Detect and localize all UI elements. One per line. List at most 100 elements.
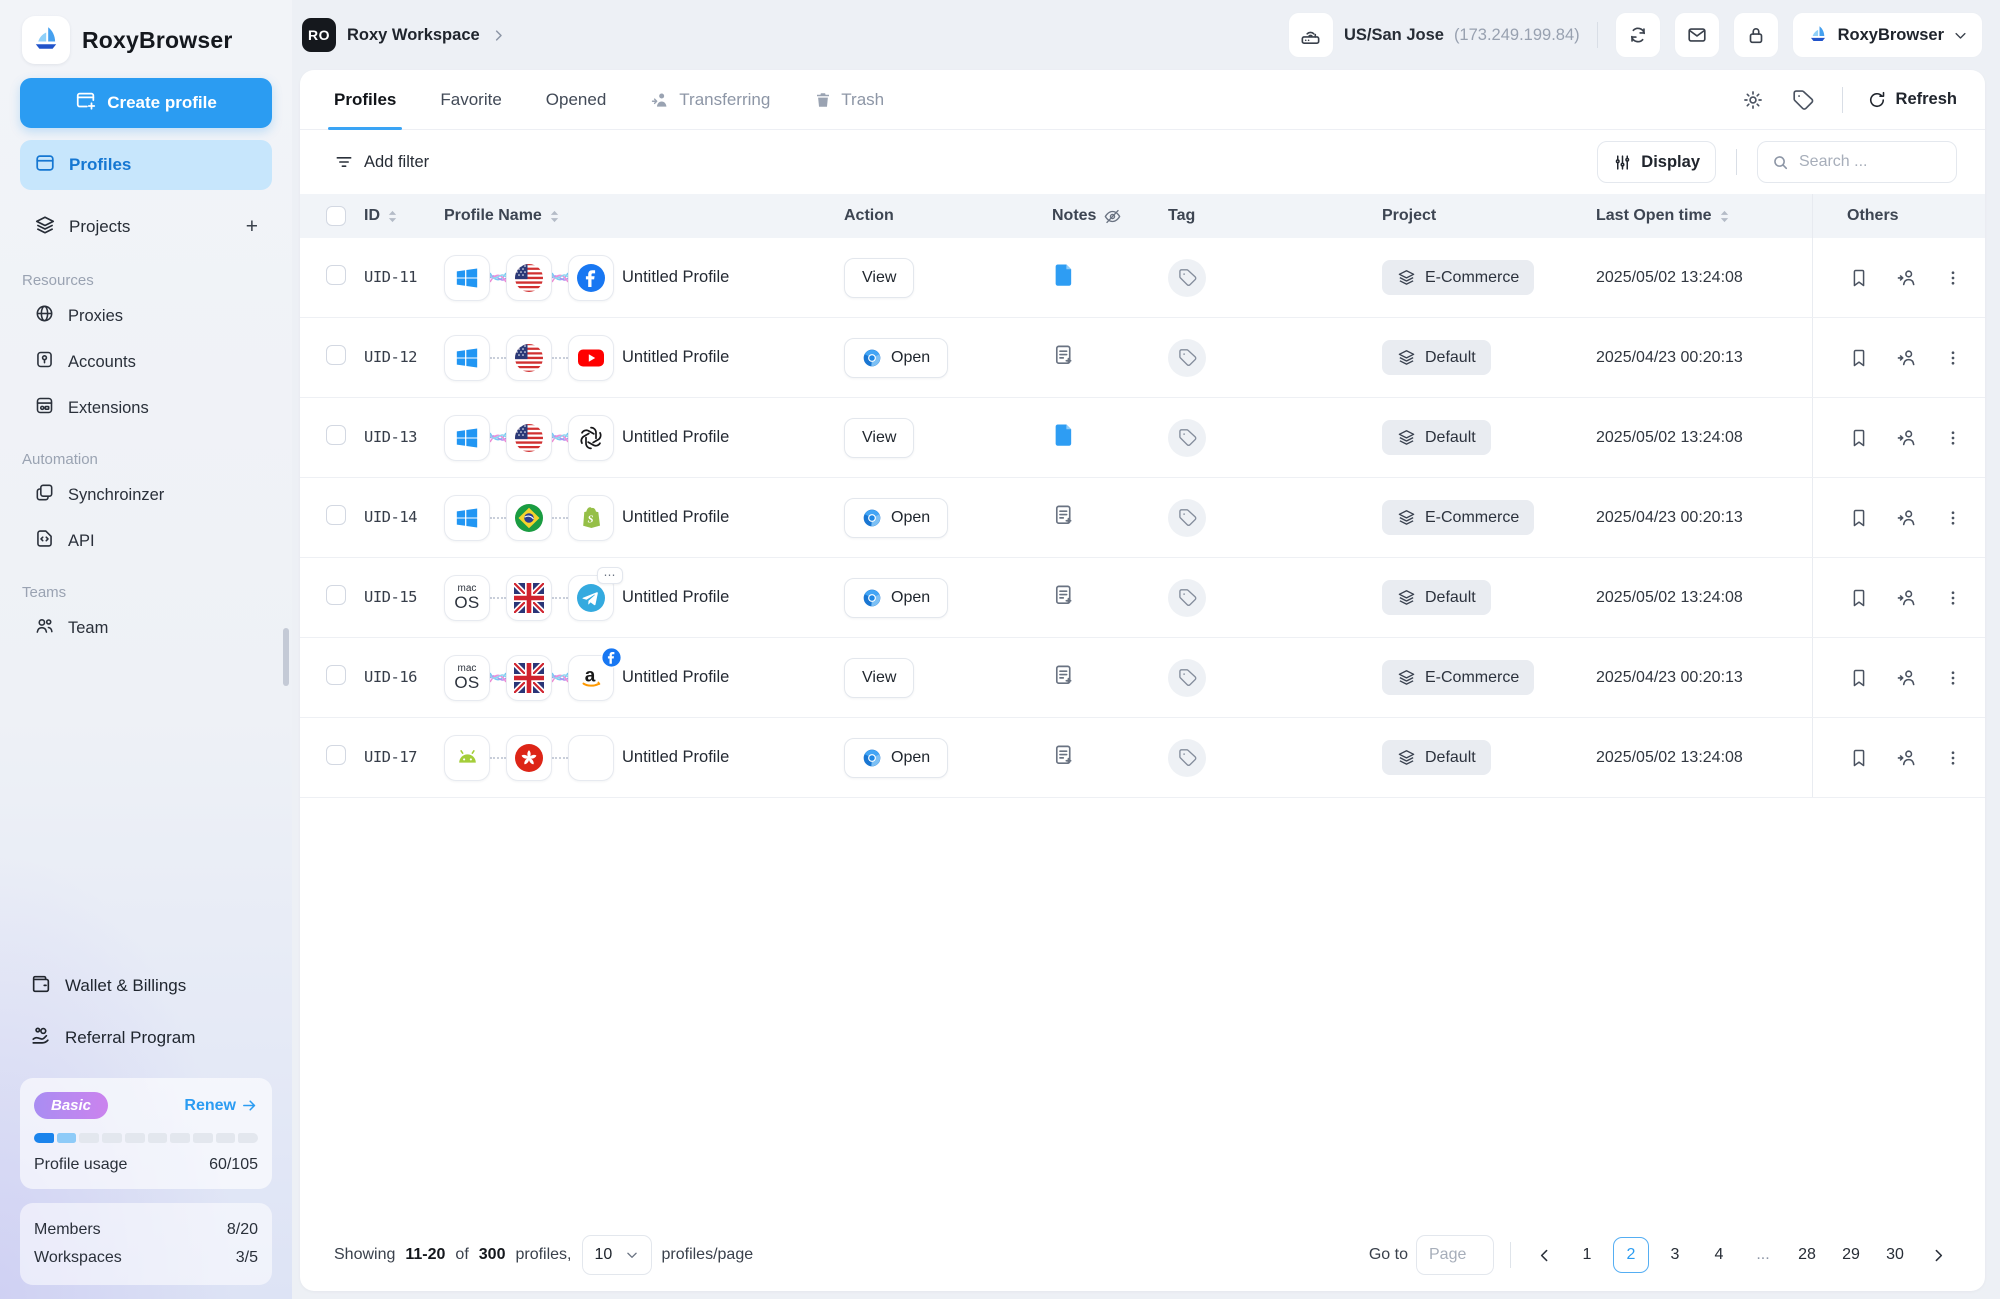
note-icon[interactable] [1052, 663, 1075, 687]
tags-icon[interactable] [1788, 85, 1818, 115]
action-button[interactable]: Open [844, 738, 948, 778]
add-tag-button[interactable] [1168, 339, 1206, 377]
page-button-2[interactable]: 2 [1613, 1237, 1649, 1273]
select-all-checkbox[interactable] [326, 206, 346, 226]
more-menu-icon[interactable] [1944, 349, 1962, 367]
sort-icon[interactable] [1719, 209, 1730, 224]
profile-id: UID-15 [364, 588, 417, 606]
row-checkbox[interactable] [326, 425, 346, 445]
display-button[interactable]: Display [1597, 141, 1716, 183]
action-button[interactable]: View [844, 418, 914, 458]
transfer-profile-icon[interactable] [1896, 587, 1917, 608]
note-icon[interactable] [1052, 262, 1075, 288]
add-filter-button[interactable]: Add filter [334, 152, 429, 172]
row-checkbox[interactable] [326, 265, 346, 285]
note-icon[interactable] [1052, 743, 1075, 767]
globe-icon [34, 303, 55, 329]
proxy-modem-icon[interactable] [1288, 12, 1334, 58]
sidebar-item-extensions[interactable]: Extensions [20, 385, 272, 431]
create-profile-button[interactable]: Create profile [20, 78, 272, 128]
action-button[interactable]: View [844, 258, 914, 298]
row-checkbox[interactable] [326, 665, 346, 685]
bookmark-icon[interactable] [1849, 668, 1869, 688]
row-checkbox[interactable] [326, 745, 346, 765]
lock-icon[interactable] [1733, 12, 1779, 58]
sidebar-item-synchroinzer[interactable]: Synchroinzer [20, 472, 272, 518]
profile-id: UID-14 [364, 508, 417, 526]
tab-profiles[interactable]: Profiles [334, 70, 396, 129]
transfer-profile-icon[interactable] [1896, 427, 1917, 448]
more-menu-icon[interactable] [1944, 749, 1962, 767]
add-project-button[interactable]: + [246, 215, 258, 239]
bookmark-icon[interactable] [1849, 428, 1869, 448]
add-tag-button[interactable] [1168, 259, 1206, 297]
sort-icon[interactable] [387, 209, 398, 224]
row-checkbox[interactable] [326, 345, 346, 365]
transfer-profile-icon[interactable] [1896, 747, 1917, 768]
tab-transferring[interactable]: Transferring [650, 70, 770, 129]
add-tag-button[interactable] [1168, 419, 1206, 457]
more-menu-icon[interactable] [1944, 589, 1962, 607]
transfer-profile-icon[interactable] [1896, 507, 1917, 528]
page-button-30[interactable]: 30 [1877, 1237, 1913, 1273]
sidebar-item-accounts[interactable]: Accounts [20, 339, 272, 385]
sidebar-item-projects[interactable]: Projects + [20, 202, 272, 252]
page-button-29[interactable]: 29 [1833, 1237, 1869, 1273]
action-button[interactable]: View [844, 658, 914, 698]
sort-icon[interactable] [549, 209, 560, 224]
note-icon[interactable] [1052, 583, 1075, 607]
bookmark-icon[interactable] [1849, 508, 1869, 528]
row-checkbox[interactable] [326, 585, 346, 605]
sidebar-scrollbar[interactable] [283, 628, 289, 686]
renew-link[interactable]: Renew [184, 1097, 258, 1115]
bookmark-icon[interactable] [1849, 268, 1869, 288]
sync-icon[interactable] [1615, 12, 1661, 58]
page-button-28[interactable]: 28 [1789, 1237, 1825, 1273]
add-tag-button[interactable] [1168, 659, 1206, 697]
page-size-select[interactable]: 10 [582, 1235, 652, 1275]
settings-gear-icon[interactable] [1738, 85, 1768, 115]
page-button-4[interactable]: 4 [1701, 1237, 1737, 1273]
account-menu[interactable]: RoxyBrowser [1792, 12, 1983, 58]
note-icon[interactable] [1052, 343, 1075, 367]
next-page-button[interactable] [1921, 1237, 1955, 1273]
bookmark-icon[interactable] [1849, 348, 1869, 368]
add-tag-button[interactable] [1168, 499, 1206, 537]
add-tag-button[interactable] [1168, 739, 1206, 777]
goto-page-input[interactable] [1416, 1235, 1494, 1275]
action-button[interactable]: Open [844, 578, 948, 618]
row-checkbox[interactable] [326, 505, 346, 525]
workspace-switcher[interactable]: RO Roxy Workspace [302, 18, 506, 52]
transfer-profile-icon[interactable] [1896, 267, 1917, 288]
note-icon[interactable] [1052, 422, 1075, 448]
tab-trash[interactable]: Trash [814, 70, 884, 129]
bookmark-icon[interactable] [1849, 588, 1869, 608]
more-menu-icon[interactable] [1944, 669, 1962, 687]
tab-opened[interactable]: Opened [546, 70, 607, 129]
page-button-3[interactable]: 3 [1657, 1237, 1693, 1273]
action-button[interactable]: Open [844, 338, 948, 378]
refresh-button[interactable]: Refresh [1867, 90, 1957, 110]
more-menu-icon[interactable] [1944, 509, 1962, 527]
sidebar-item-profiles[interactable]: Profiles [20, 140, 272, 190]
note-icon[interactable] [1052, 503, 1075, 527]
search-input[interactable] [1799, 153, 1929, 171]
sidebar-item-proxies[interactable]: Proxies [20, 293, 272, 339]
prev-page-button[interactable] [1527, 1237, 1561, 1273]
more-menu-icon[interactable] [1944, 429, 1962, 447]
sidebar-item-team[interactable]: Team [20, 605, 272, 651]
action-button[interactable]: Open [844, 498, 948, 538]
more-menu-icon[interactable] [1944, 269, 1962, 287]
tab-favorite[interactable]: Favorite [440, 70, 501, 129]
mail-icon[interactable] [1674, 12, 1720, 58]
sidebar-item-referral-program[interactable]: Referral Program [20, 1012, 272, 1064]
transfer-profile-icon[interactable] [1896, 667, 1917, 688]
eye-off-icon[interactable] [1103, 207, 1122, 226]
page-button-1[interactable]: 1 [1569, 1237, 1605, 1273]
transfer-profile-icon[interactable] [1896, 347, 1917, 368]
sidebar-item-api[interactable]: API [20, 518, 272, 564]
us-flag-icon [514, 343, 544, 373]
bookmark-icon[interactable] [1849, 748, 1869, 768]
sidebar-item-wallet-billings[interactable]: Wallet & Billings [20, 960, 272, 1012]
add-tag-button[interactable] [1168, 579, 1206, 617]
